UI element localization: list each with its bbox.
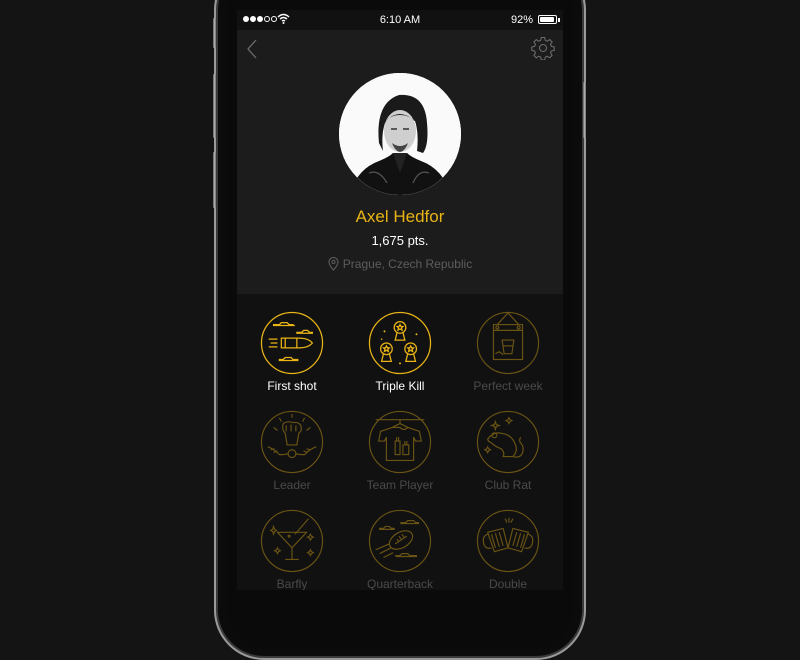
badge-double[interactable]: Double — [454, 492, 562, 590]
status-bar: 6:10 AM 92% — [237, 10, 563, 30]
badge-label: Barfly — [276, 577, 308, 590]
fist-laurel-icon — [260, 410, 324, 474]
badge-perfect-week[interactable]: Perfect week — [454, 294, 562, 393]
rat-icon — [476, 410, 540, 474]
profile-points: 1,675 pts. — [371, 233, 429, 248]
badge-leader[interactable]: Leader — [238, 393, 346, 492]
profile-location: Prague, Czech Republic — [237, 257, 563, 271]
profile-header: Axel Hedfor 1,675 pts. Prague, Czech Rep… — [237, 30, 563, 294]
martini-icon — [260, 509, 324, 573]
calendar-cup-icon — [476, 311, 540, 375]
profile-name: Axel Hedfor — [355, 207, 445, 226]
badge-label: Quarterback — [366, 577, 434, 590]
mute-switch — [213, 18, 216, 48]
badge-label: Double — [488, 577, 528, 590]
badge-team-player[interactable]: Team Player — [346, 393, 454, 492]
badge-barfly[interactable]: Barfly — [238, 492, 346, 590]
map-pin-icon — [328, 257, 339, 271]
badge-label: Perfect week — [473, 379, 543, 393]
volume-down-button — [213, 152, 216, 208]
badge-triple-kill[interactable]: Triple Kill — [346, 294, 454, 393]
football-icon — [368, 509, 432, 573]
bullet-icon — [260, 311, 324, 375]
battery-percent: 92% — [510, 14, 533, 26]
chevron-left-icon[interactable] — [243, 38, 263, 60]
tshirt-bottles-icon — [368, 410, 432, 474]
power-button — [583, 82, 586, 138]
avatar[interactable] — [339, 73, 461, 195]
location-text: Prague, Czech Republic — [342, 257, 473, 271]
battery-icon — [538, 15, 557, 24]
battery-nub — [558, 18, 560, 22]
badge-label: First shot — [267, 379, 317, 393]
profile-photo — [339, 73, 461, 195]
medals-icon — [368, 311, 432, 375]
badge-quarterback[interactable]: Quarterback — [346, 492, 454, 590]
badge-label: Team Player — [366, 478, 434, 492]
badge-label: Club Rat — [484, 478, 532, 492]
screen: 6:10 AM 92% Axel Hedfor 1,675 pts. Pragu… — [237, 10, 563, 590]
volume-up-button — [213, 74, 216, 138]
badges-grid: First shot Triple Kill Perfect week Lead… — [237, 294, 563, 590]
badge-first-shot[interactable]: First shot — [238, 294, 346, 393]
badge-label: Leader — [273, 478, 311, 492]
badge-label: Triple Kill — [375, 379, 425, 393]
gear-icon[interactable] — [531, 36, 555, 60]
badge-club-rat[interactable]: Club Rat — [454, 393, 562, 492]
beer-mugs-icon — [476, 509, 540, 573]
